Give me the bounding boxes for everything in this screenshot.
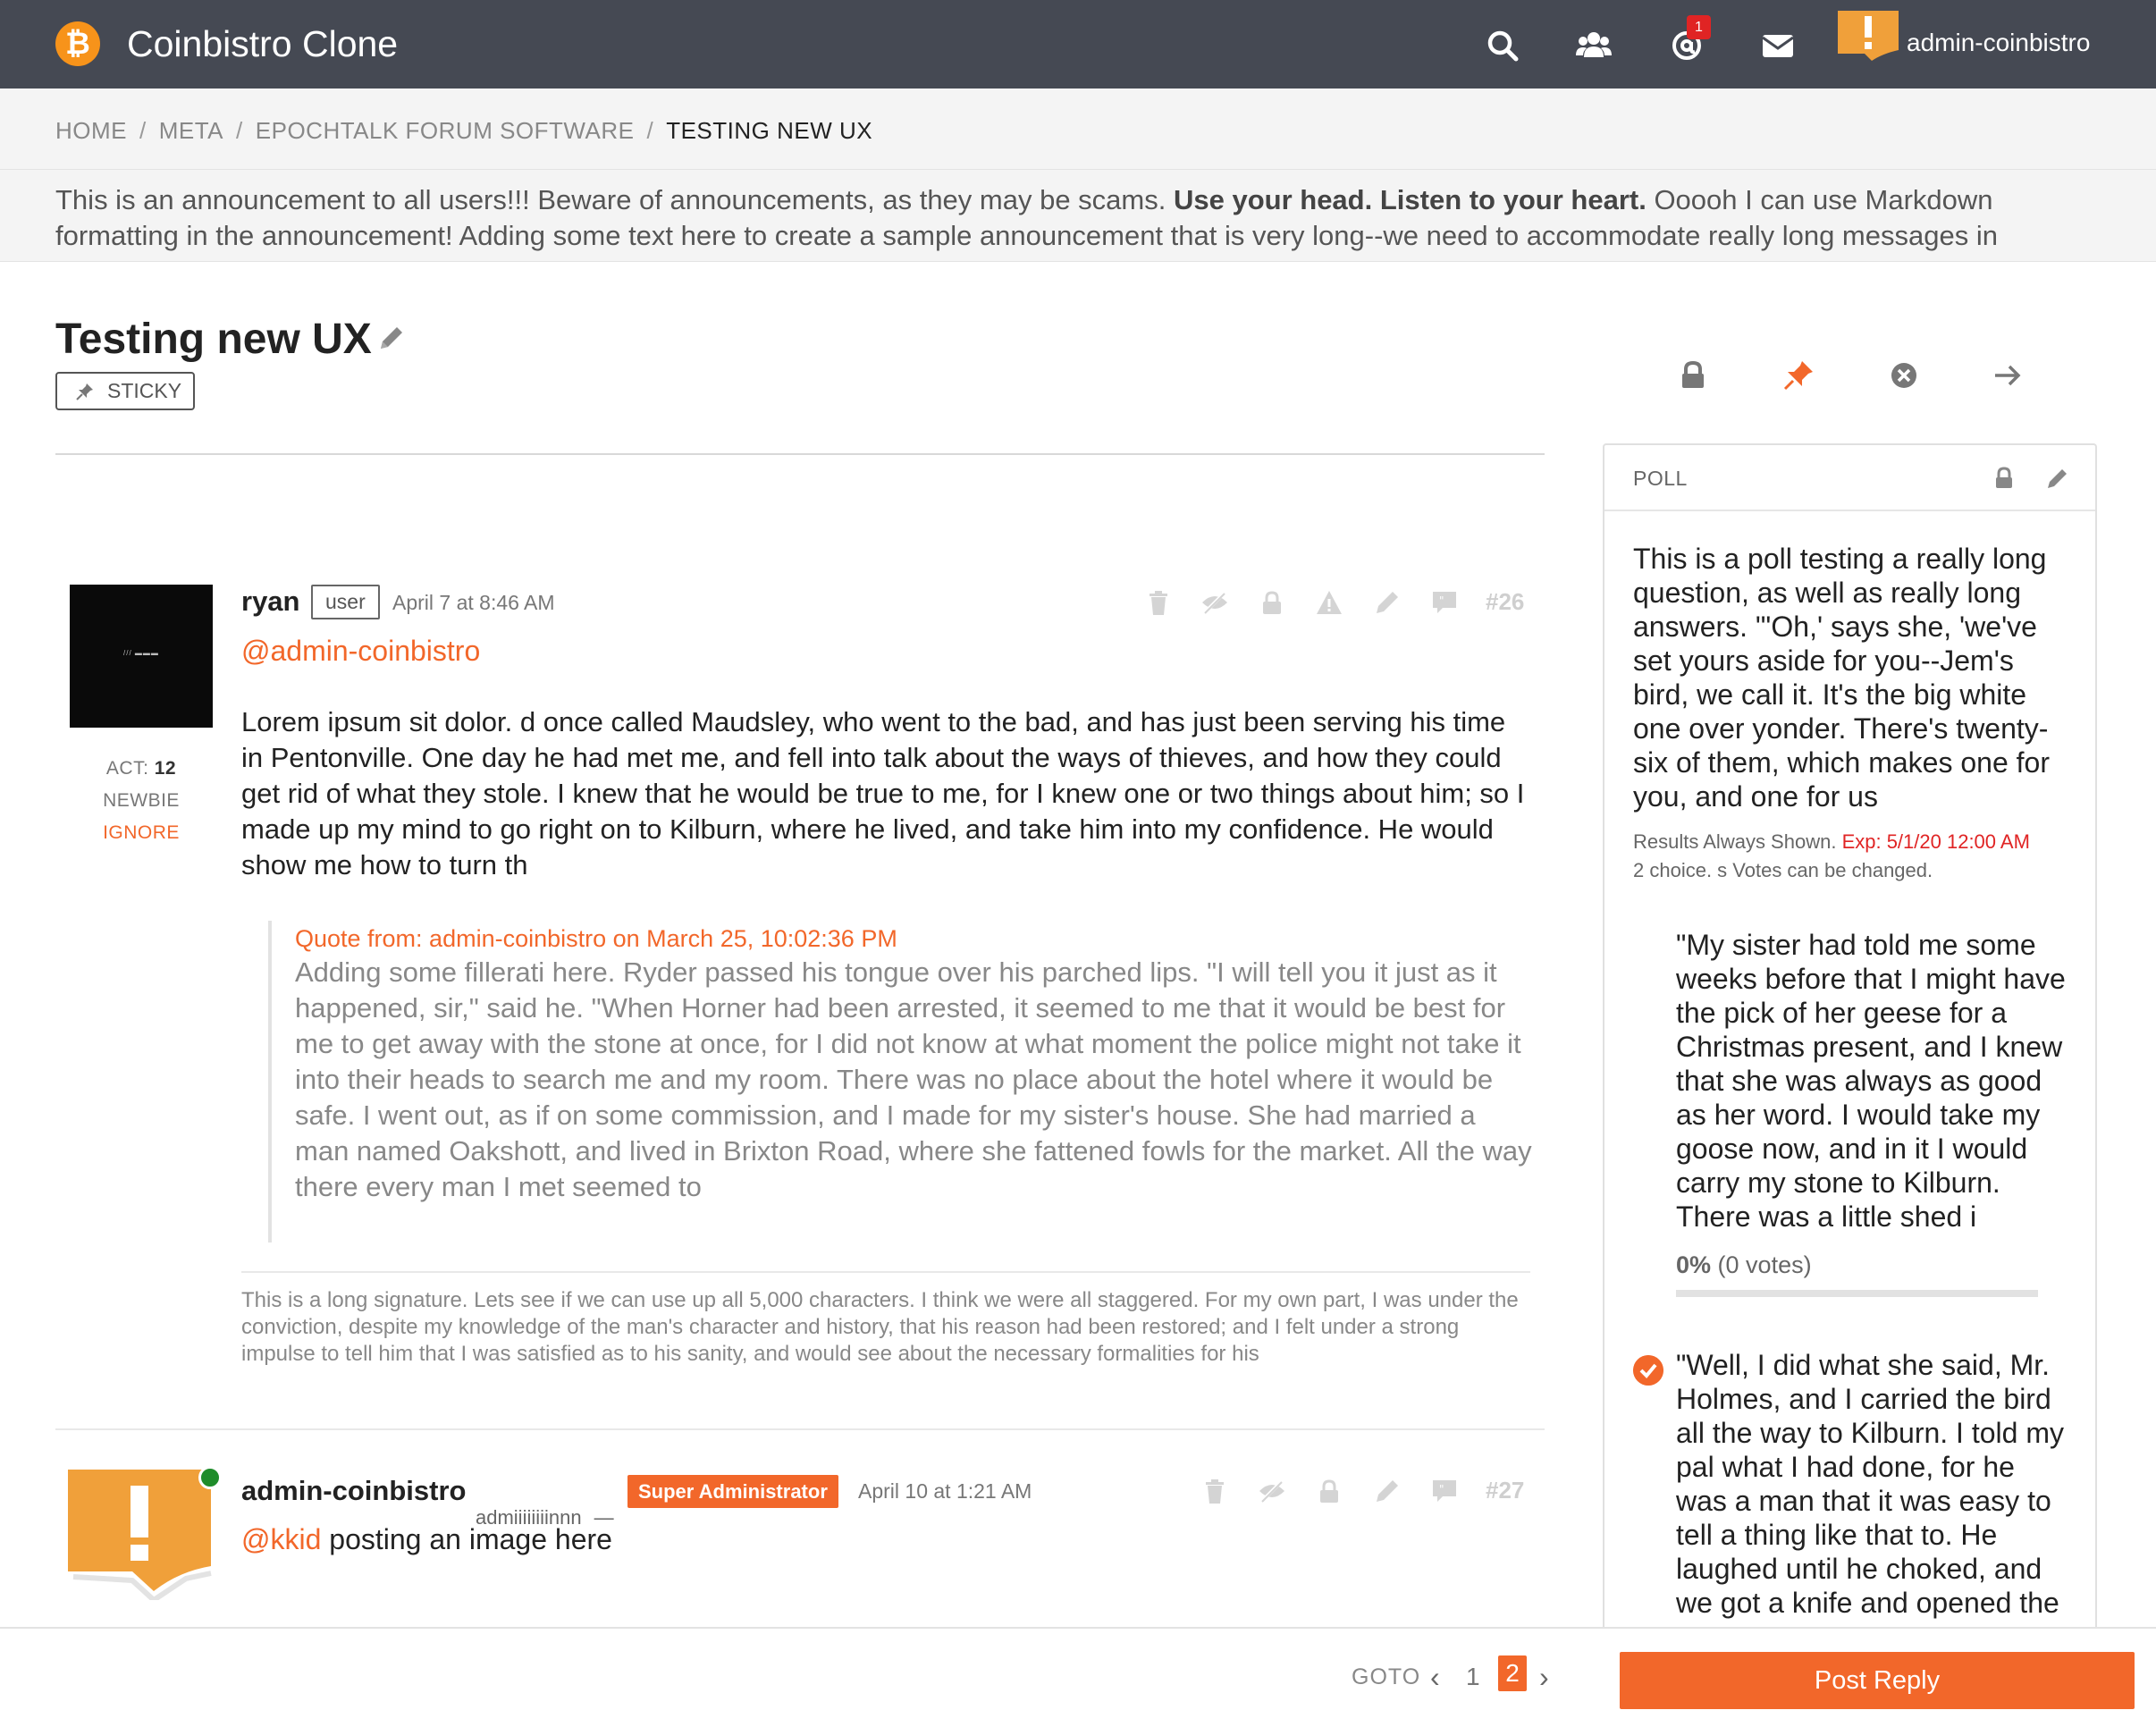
move-arrow-icon[interactable]: [1990, 358, 2025, 393]
envelope-icon[interactable]: [1759, 27, 1797, 64]
report-icon[interactable]: [1315, 588, 1343, 617]
breadcrumb-meta[interactable]: META: [159, 117, 223, 144]
lock-icon[interactable]: [1315, 1477, 1343, 1505]
quote-icon[interactable]: ": [1430, 588, 1459, 617]
quote-header[interactable]: Quote from: admin-coinbistro on March 25…: [295, 921, 897, 956]
breadcrumb-separator: /: [236, 117, 243, 144]
edit-title-icon[interactable]: [375, 322, 408, 354]
poll-label: POLL: [1633, 467, 1688, 490]
avatar[interactable]: [68, 1466, 218, 1600]
thread-footer: GOTO ‹ 1 2 › Post Reply: [0, 1627, 2156, 1727]
poll-question: This is a poll testing a really long que…: [1633, 543, 2050, 813]
quote-icon[interactable]: ": [1430, 1477, 1459, 1505]
quote-body: Adding some fillerati here. Ryder passed…: [295, 956, 1532, 1202]
lock-icon[interactable]: [1258, 588, 1286, 617]
pin-icon[interactable]: [1781, 358, 1816, 393]
post-body: @kkid posting an image here: [241, 1523, 612, 1555]
breadcrumb: HOME / META / EPOCHTALK FORUM SOFTWARE / TESTI…: [0, 88, 2156, 170]
user-rank: NEWBIE: [103, 790, 180, 811]
poll-panel: POLL This is a poll testing a really lon…: [1603, 443, 2097, 1727]
signature-divider: [241, 1271, 1530, 1273]
trash-icon[interactable]: [1200, 1477, 1229, 1505]
post-date[interactable]: April 10 at 1:21 AM: [858, 1477, 1032, 1505]
page-title: Testing new UX: [55, 316, 372, 363]
breadcrumb-current: TESTING NEW UX: [666, 117, 873, 144]
hide-icon[interactable]: [1200, 588, 1229, 617]
divider: [55, 453, 1545, 455]
post-author[interactable]: admin-coinbistro: [241, 1473, 466, 1509]
post-reply-button[interactable]: Post Reply: [1620, 1652, 2135, 1709]
post-mention[interactable]: @kkid: [241, 1523, 321, 1555]
post-date[interactable]: April 7 at 8:46 AM: [392, 588, 555, 617]
page-link-current[interactable]: 2: [1498, 1655, 1527, 1691]
ignore-user-link[interactable]: IGNORE: [70, 817, 213, 849]
poll-expiry: Exp: 5/1/20 12:00 AM: [1841, 830, 2030, 853]
hide-icon[interactable]: [1258, 1477, 1286, 1505]
poll-lock-icon[interactable]: [1991, 465, 2017, 492]
post-signature: This is a long signature. Lets see if we…: [241, 1288, 1519, 1366]
breadcrumb-home[interactable]: HOME: [55, 117, 127, 144]
role-badge: Super Administrator: [627, 1475, 838, 1508]
bitcoin-logo-icon[interactable]: ₿: [55, 21, 100, 66]
site-brand[interactable]: Coinbistro Clone: [127, 21, 398, 66]
post-mention[interactable]: @admin-coinbistro: [241, 633, 480, 669]
checked-answer-icon[interactable]: [1633, 1355, 1663, 1386]
poll-header: POLL: [1604, 445, 2095, 511]
user-avatar-icon[interactable]: [1838, 11, 1899, 63]
close-circle-icon[interactable]: [1886, 358, 1922, 393]
svg-text:": ": [1439, 1483, 1444, 1495]
edit-icon[interactable]: [1373, 1477, 1402, 1505]
top-navbar: ₿ Coinbistro Clone 1 admin-coinbistro: [0, 0, 2156, 88]
sticky-label: STICKY: [107, 379, 182, 402]
breadcrumb-separator: /: [646, 117, 654, 144]
edit-icon[interactable]: [1373, 588, 1402, 617]
notification-badge: 1: [1687, 15, 1711, 39]
poll-meta: Results Always Shown. Exp: 5/1/20 12:00 …: [1633, 828, 2089, 885]
breadcrumb-separator: /: [139, 117, 147, 144]
announcement-text: This is an announcement to all users!!! …: [55, 184, 1998, 251]
online-status-icon: [198, 1466, 222, 1489]
post-number[interactable]: #26: [1486, 588, 1524, 616]
avatar[interactable]: /// ▬▬▬: [70, 585, 213, 728]
page-link-1[interactable]: 1: [1466, 1663, 1480, 1691]
next-page-button[interactable]: ›: [1539, 1661, 1549, 1694]
svg-text:": ": [1439, 594, 1444, 607]
search-icon[interactable]: [1484, 27, 1521, 64]
user-menu-name[interactable]: admin-coinbistro: [1907, 27, 2090, 59]
pin-icon: [76, 383, 93, 400]
poll-results-mode: Results Always Shown.: [1633, 830, 1837, 853]
post-body: Lorem ipsum sit dolor. d once called Mau…: [241, 706, 1525, 880]
poll-choice-info: 2 choice. s Votes can be changed.: [1633, 859, 1933, 881]
poll-edit-icon[interactable]: [2044, 465, 2071, 492]
users-icon[interactable]: [1575, 27, 1613, 64]
user-role-badge: user: [311, 585, 380, 619]
announcement-banner: This is an announcement to all users!!! …: [0, 170, 2156, 262]
post-author[interactable]: ryan: [241, 584, 299, 619]
poll-answer-percent: 0% (0 votes): [1676, 1251, 1812, 1278]
post-number[interactable]: #27: [1486, 1477, 1524, 1504]
post-divider: [55, 1428, 1545, 1430]
lock-icon[interactable]: [1675, 358, 1711, 393]
sticky-badge: STICKY: [55, 372, 195, 410]
poll-answer[interactable]: "Well, I did what she said, Mr. Holmes, …: [1676, 1348, 2069, 1620]
goto-label[interactable]: GOTO: [1352, 1664, 1420, 1690]
user-stats: ACT: 12 NEWBIE IGNORE: [70, 753, 213, 849]
avatar-logo-icon: /// ▬▬▬: [123, 649, 159, 657]
post-quote: Quote from: admin-coinbistro on March 25…: [268, 921, 1532, 1243]
breadcrumb-epochtalk[interactable]: EPOCHTALK FORUM SOFTWARE: [256, 117, 635, 144]
trash-icon[interactable]: [1144, 588, 1173, 617]
activity-stat: ACT: 12: [105, 758, 177, 779]
poll-answer[interactable]: "My sister had told me some weeks before…: [1676, 928, 2069, 1234]
poll-progress-bar: [1676, 1290, 2038, 1297]
prev-page-button[interactable]: ‹: [1430, 1661, 1440, 1694]
